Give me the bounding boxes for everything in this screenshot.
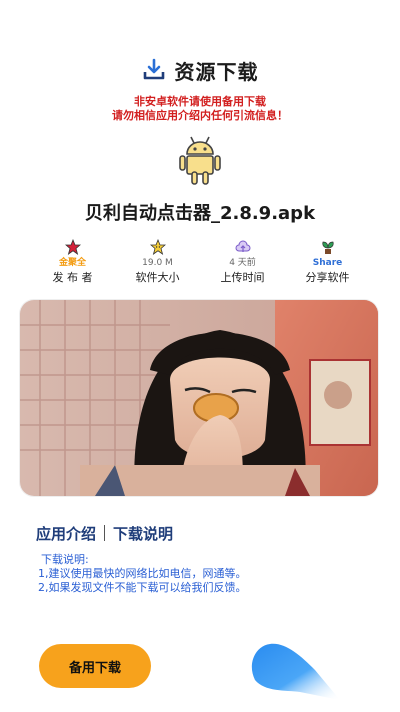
- upload-time-label: 上传时间: [220, 271, 265, 284]
- tab-divider: [104, 525, 106, 541]
- stat-size: 19.0 M 软件大小: [115, 239, 200, 289]
- smile-star-icon: [149, 239, 166, 255]
- info-tabs: 应用介绍 下载说明: [36, 522, 173, 544]
- notes-heading: 下载说明:: [41, 553, 89, 566]
- upload-time-value: 4 天前: [229, 258, 256, 268]
- app-file-name: 贝利自动点击器_2.8.9.apk: [84, 203, 316, 224]
- page-title: 资源下载: [174, 59, 259, 84]
- download-button[interactable]: [245, 640, 345, 700]
- preview-photo: [20, 300, 378, 496]
- warning-notice: 非安卓软件请使用备用下载 请勿相信应用介绍内任何引流信息！: [0, 95, 400, 123]
- stat-upload-time: 4 天前 上传时间: [200, 239, 285, 289]
- size-value: 19.0 M: [142, 258, 173, 268]
- tab-download-notes[interactable]: 下载说明: [113, 523, 173, 544]
- download-icon: [143, 58, 164, 80]
- notes-line: 2,如果发现文件不能下载可以给我们反馈。: [38, 581, 247, 594]
- share-value: Share: [312, 258, 343, 268]
- share-label: 分享软件: [305, 271, 350, 284]
- download-notes: 下载说明: 1,建议使用最快的网络比如电信，网通等。 2,如果发现文件不能下载可…: [38, 553, 247, 595]
- backup-download-button[interactable]: 备用下载: [39, 644, 151, 688]
- stat-publisher: 金聚全 发 布 者: [30, 239, 115, 289]
- star-badge-icon: [64, 239, 81, 255]
- publisher-label: 发 布 者: [52, 271, 93, 284]
- upload-cloud-icon: [235, 240, 250, 252]
- stat-share[interactable]: Share 分享软件: [285, 239, 370, 289]
- app-preview-image: [20, 300, 378, 496]
- publisher-value: 金聚全: [58, 258, 86, 268]
- page-header: 资源下载: [0, 55, 400, 85]
- tab-app-intro[interactable]: 应用介绍: [36, 523, 96, 544]
- notes-line: 1,建议使用最快的网络比如电信，网通等。: [38, 567, 247, 580]
- warning-line: 非安卓软件请使用备用下载: [134, 95, 266, 108]
- size-label: 软件大小: [135, 271, 180, 284]
- share-plant-icon: [321, 241, 334, 254]
- android-icon: [179, 136, 221, 185]
- warning-line: 请勿相信应用介绍内任何引流信息！: [112, 109, 288, 122]
- app-stats: 金聚全 发 布 者 19.0 M 软件大小 4 天前 上传时间 Share 分享…: [30, 239, 370, 289]
